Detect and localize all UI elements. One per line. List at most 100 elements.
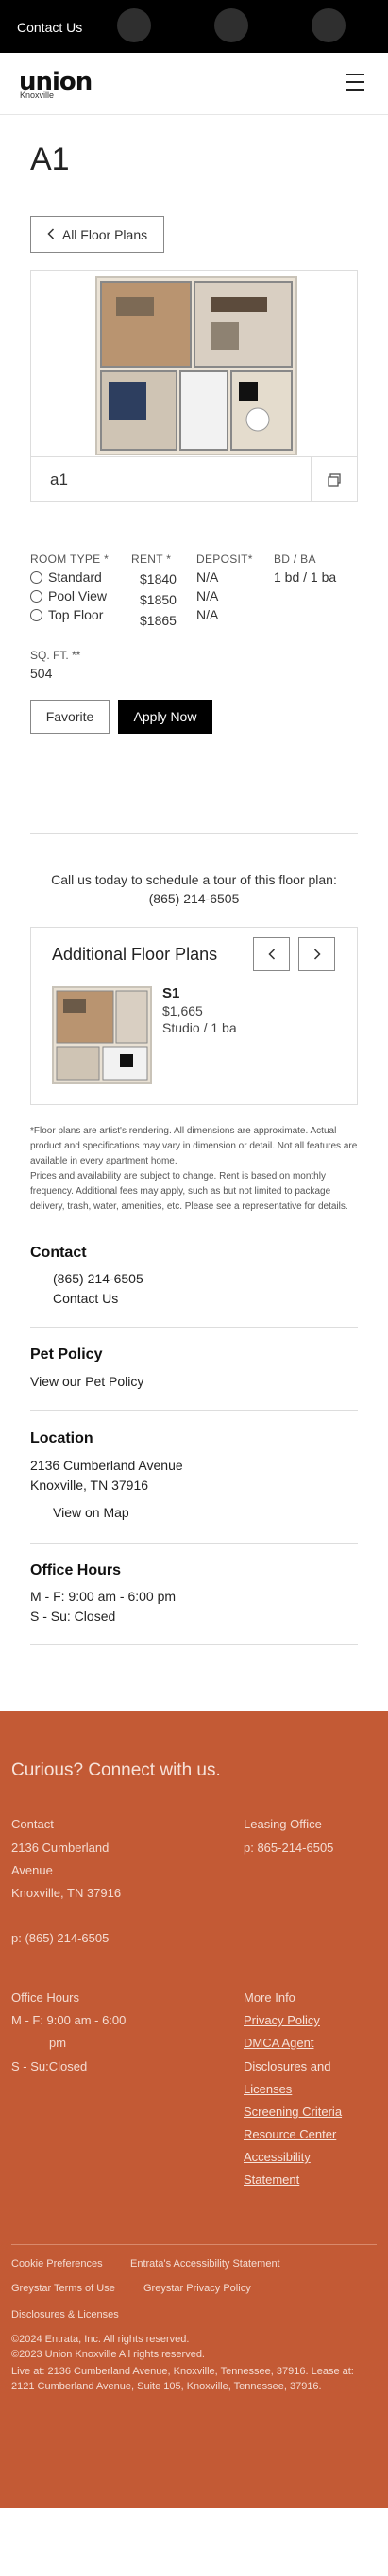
footer-divider	[11, 2244, 377, 2245]
accessibility-link[interactable]: Statement	[244, 2172, 299, 2187]
top-contact-link[interactable]: Contact Us	[17, 20, 82, 35]
location-address-line2: Knoxville, TN 37916	[30, 1478, 149, 1493]
greystar-terms-link[interactable]: Greystar Terms of Use	[11, 2283, 115, 2294]
office-hours-weekend: S - Su: Closed	[30, 1609, 116, 1624]
sqft-label: SQ. FT. **	[30, 649, 81, 662]
divider	[30, 1327, 358, 1328]
resource-center-link[interactable]: Resource Center	[244, 2127, 336, 2141]
site-header: union Knoxville	[0, 53, 388, 115]
disclosures-link[interactable]: Licenses	[244, 2082, 292, 2096]
office-hours-heading: Office Hours	[30, 1562, 122, 1578]
footer-phone[interactable]: p: (865) 214-6505	[11, 1931, 109, 1945]
radio-button[interactable]	[30, 608, 42, 621]
location-heading: Location	[30, 1430, 93, 1446]
social-icon[interactable]	[214, 8, 248, 42]
social-icon[interactable]	[117, 8, 151, 42]
prev-arrow-button[interactable]	[253, 937, 290, 971]
more-info-heading: More Info	[244, 1990, 295, 2005]
footer-hours: S - Su:Closed	[11, 2059, 88, 2073]
screening-criteria-link[interactable]: Screening Criteria	[244, 2105, 342, 2119]
hamburger-icon[interactable]	[346, 72, 364, 92]
favorite-button[interactable]: Favorite	[30, 700, 110, 734]
sqft-value: 504	[30, 666, 53, 681]
contact-us-link[interactable]: Contact Us	[53, 1291, 118, 1306]
all-floor-plans-button[interactable]: All Floor Plans	[30, 216, 164, 253]
rent-header: RENT *	[131, 553, 172, 566]
floor-plan-name: a1	[50, 471, 68, 488]
bdba-header: BD / BA	[274, 553, 316, 566]
card-divider	[31, 456, 357, 457]
logo-subtitle: Knoxville	[20, 91, 55, 100]
rent-value: $1850	[140, 592, 177, 607]
footer-heading: Curious? Connect with us.	[11, 1760, 221, 1780]
page-title: A1	[30, 141, 70, 177]
plan-price: $1,665	[162, 1003, 203, 1018]
floor-plan-thumbnail[interactable]	[52, 986, 152, 1084]
room-type-label: Top Floor	[48, 607, 104, 622]
disclosures-link[interactable]: Disclosures and	[244, 2059, 331, 2073]
office-hours-weekday: M - F: 9:00 am - 6:00 pm	[30, 1589, 177, 1604]
room-type-radio[interactable]: Top Floor	[30, 607, 103, 622]
radio-button[interactable]	[30, 589, 42, 603]
footer-hours: pm	[49, 2036, 67, 2050]
room-type-radio[interactable]: Standard	[30, 570, 102, 585]
copyright-entrata: ©2024 Entrata, Inc. All rights reserved.	[11, 2334, 190, 2345]
chevron-left-icon	[267, 949, 275, 960]
floor-plan-image[interactable]	[95, 276, 297, 455]
top-bar: Contact Us	[0, 0, 388, 53]
footer-address-note: Live at: 2136 Cumberland Avenue, Knoxvil…	[11, 2366, 354, 2392]
apply-now-button[interactable]: Apply Now	[118, 700, 212, 734]
chevron-left-icon	[47, 227, 55, 242]
pet-policy-heading: Pet Policy	[30, 1346, 103, 1362]
site-footer: Curious? Connect with us. Contact 2136 C…	[0, 1711, 388, 2508]
accessibility-link[interactable]: Accessibility	[244, 2150, 311, 2164]
card-divider	[311, 456, 312, 501]
divider	[30, 833, 358, 834]
location-address-line1: 2136 Cumberland Avenue	[30, 1458, 183, 1473]
contact-phone[interactable]: (865) 214-6505	[53, 1271, 143, 1286]
deposit-value: N/A	[196, 588, 219, 603]
leasing-phone[interactable]: p: 865-214-6505	[244, 1841, 333, 1855]
footer-address: 2136 Cumberland	[11, 1841, 110, 1855]
rent-value: $1865	[140, 613, 177, 628]
call-phone[interactable]: (865) 214-6505	[0, 891, 388, 906]
floor-plan-card: a1	[30, 270, 358, 502]
divider	[30, 1410, 358, 1411]
room-type-header: ROOM TYPE *	[30, 553, 110, 566]
privacy-policy-link[interactable]: Privacy Policy	[244, 2013, 320, 2027]
contact-heading: Contact	[30, 1245, 87, 1261]
social-icon[interactable]	[312, 8, 346, 42]
disclosures-licenses-link[interactable]: Disclosures & Licenses	[11, 2309, 119, 2320]
disclaimer-p2: Prices and availability are subject to c…	[30, 1171, 348, 1212]
disclaimer: *Floor plans are artist's rendering. All…	[30, 1124, 361, 1214]
footer-address: Avenue	[11, 1863, 53, 1877]
chevron-right-icon	[313, 949, 321, 960]
divider	[30, 1543, 358, 1544]
plan-bedbath: Studio / 1 ba	[162, 1020, 237, 1035]
pet-policy-link[interactable]: View our Pet Policy	[30, 1374, 143, 1389]
bdba-value: 1 bd / 1 ba	[274, 570, 337, 585]
additional-floor-plans-card: Additional Floor Plans S1 $1,665 Studio …	[30, 927, 358, 1105]
footer-address: Knoxville, TN 37916	[11, 1886, 122, 1900]
deposit-value: N/A	[196, 607, 219, 622]
deposit-header: DEPOSIT*	[196, 553, 253, 566]
call-text: Call us today to schedule a tour of this…	[51, 872, 337, 887]
room-type-radio[interactable]: Pool View	[30, 588, 107, 603]
additional-title: Additional Floor Plans	[52, 945, 218, 964]
copy-icon[interactable]	[327, 472, 342, 487]
footer-hours: M - F: 9:00 am - 6:00	[11, 2013, 127, 2027]
plan-name[interactable]: S1	[162, 985, 179, 1001]
disclaimer-p1: *Floor plans are artist's rendering. All…	[30, 1126, 358, 1166]
room-type-label: Standard	[48, 570, 102, 585]
dmca-agent-link[interactable]: DMCA Agent	[244, 2036, 313, 2050]
greystar-privacy-link[interactable]: Greystar Privacy Policy	[143, 2283, 251, 2294]
next-arrow-button[interactable]	[298, 937, 335, 971]
footer-contact-heading: Contact	[11, 1817, 54, 1831]
cookie-preferences-link[interactable]: Cookie Preferences	[11, 2258, 103, 2270]
radio-button[interactable]	[30, 570, 42, 584]
entrata-accessibility-link[interactable]: Entrata's Accessibility Statement	[130, 2258, 280, 2270]
room-type-label: Pool View	[48, 588, 108, 603]
view-on-map-link[interactable]: View on Map	[53, 1505, 129, 1520]
deposit-value: N/A	[196, 570, 219, 585]
footer-hours-heading: Office Hours	[11, 1990, 80, 2005]
